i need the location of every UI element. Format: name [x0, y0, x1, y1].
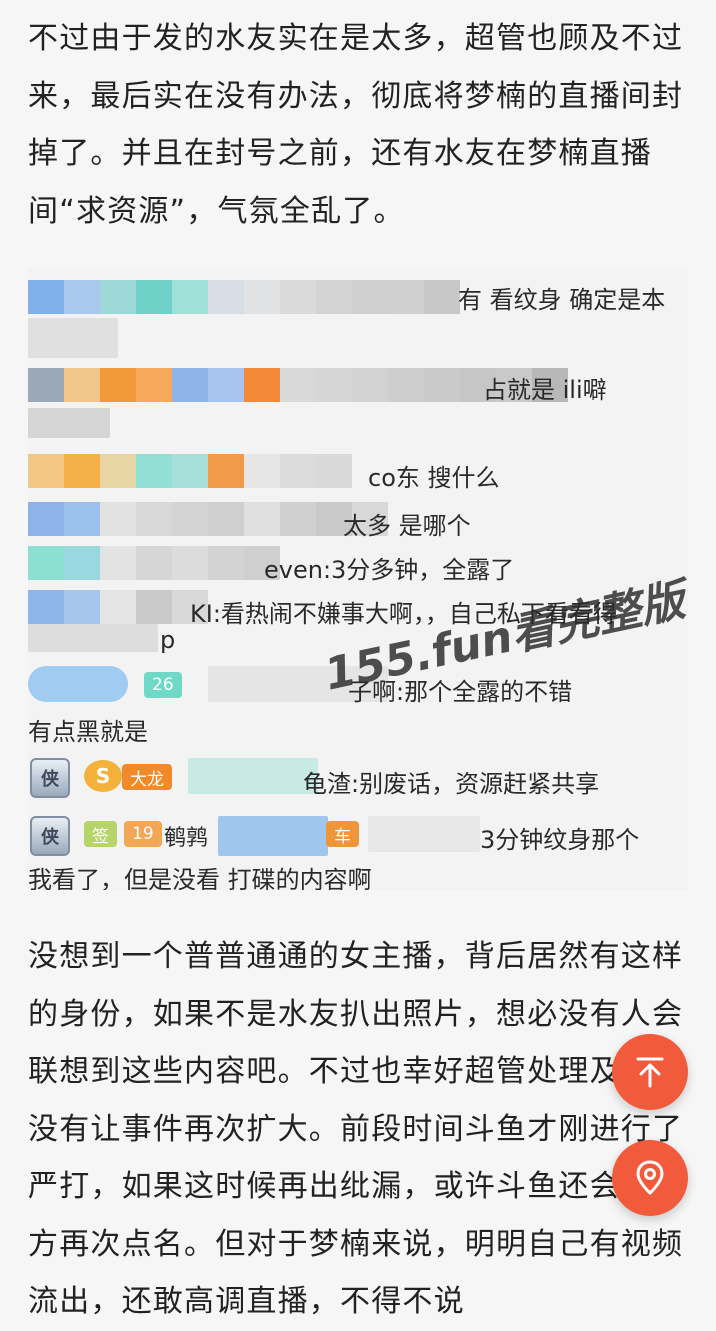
chat-message: 我看了，但是没看 打碟的内容啊 [28, 866, 372, 890]
blurred-username [28, 280, 460, 314]
blurred-text [188, 758, 318, 794]
chat-message: even:3分多钟，全露了 [264, 556, 515, 584]
blurred-username [28, 502, 388, 536]
blurred-avatar [28, 666, 128, 702]
blurred-text [368, 816, 480, 852]
blurred-username [28, 590, 208, 624]
chat-message: 龟渣:别废话，资源赶紧共享 [303, 770, 600, 798]
chat-message: 太多 是哪个 [343, 512, 471, 540]
blurred-text [28, 408, 110, 438]
s-level-badge-icon: S [84, 760, 122, 792]
location-pin-icon [636, 1160, 664, 1195]
blurred-text [28, 624, 158, 652]
sign-tag: 签 [84, 821, 117, 847]
chat-message: 占就是 ili噼 [483, 376, 607, 404]
blurred-username [28, 546, 280, 580]
chat-message: 3分钟纹身那个 [480, 826, 640, 854]
chat-message: p [160, 626, 176, 654]
shield-badge-icon: 侠 [30, 816, 70, 856]
location-button[interactable] [612, 1140, 688, 1216]
shield-badge-icon: 侠 [30, 758, 70, 798]
back-to-top-button[interactable] [612, 1034, 688, 1110]
chat-message: co东 搜什么 [368, 464, 500, 492]
level-badge: 19 [124, 821, 162, 847]
blurred-text [28, 318, 118, 358]
level-badge: 26 [144, 672, 182, 698]
user-tag: 鹌鹑 [164, 826, 209, 851]
blurred-text [218, 816, 328, 856]
chat-message: 有点黑就是 [28, 718, 148, 746]
blurred-username [28, 454, 352, 488]
article-paragraph-2: 没想到一个普普通通的女主播，背后居然有这样的身份，如果不是水友扒出照片，想必没有… [28, 939, 684, 1319]
article-paragraph-1: 不过由于发的水友实在是太多，超管也顾及不过来，最后实在没有办法，彻底将梦楠的直播… [28, 21, 684, 229]
arrow-up-icon [636, 1057, 664, 1088]
chat-screenshot: 有 看纹身 确定是本 占就是 ili噼 co东 搜什么 太多 是哪个 even:… [28, 268, 688, 890]
user-tag: 车 [326, 821, 359, 847]
user-tag: 大龙 [122, 764, 172, 790]
chat-message: 有 看纹身 确定是本 [458, 286, 666, 314]
